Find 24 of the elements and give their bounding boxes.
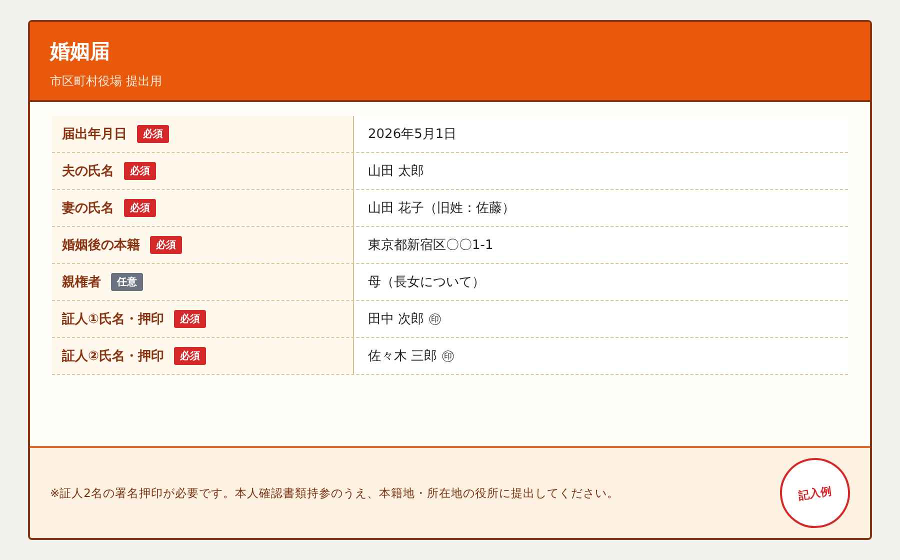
field-label: 証人①氏名・押印 (62, 310, 164, 328)
field-label: 夫の氏名 (62, 162, 114, 180)
field-label: 親権者 (62, 274, 101, 291)
field-label: 届出年月日 (62, 126, 127, 143)
requirement-tag: 任意 (111, 273, 143, 291)
requirement-tag: 必須 (174, 310, 206, 328)
field-label: 婚姻後の本籍 (62, 237, 140, 254)
requirement-tag: 必須 (124, 162, 156, 180)
field-label: 証人②氏名・押印 (62, 348, 164, 365)
requirement-tag: 必須 (137, 125, 169, 143)
field-value: 山田 太郎 (354, 153, 848, 189)
field-label: 妻の氏名 (62, 200, 114, 217)
field-value: 東京都新宿区〇〇1-1 (354, 227, 848, 263)
footer-note: ※証人2名の署名押印が必要です。本人確認書類持参のうえ、本籍地・所在地の役所に提出してください。 (50, 486, 619, 500)
field-value: 山田 花子（旧姓：佐藤） (354, 190, 848, 226)
field-value: 田中 次郎 ㊞ (354, 301, 848, 337)
form-title: 婚姻届 (50, 38, 111, 65)
requirement-tag: 必須 (124, 199, 156, 217)
form-subtitle: 市区町村役場 提出用 (50, 73, 163, 90)
field-value: 2026年5月1日 (354, 116, 848, 152)
field-value: 佐々木 三郎 ㊞ (354, 338, 848, 374)
requirement-tag: 必須 (174, 347, 206, 365)
requirement-tag: 必須 (150, 236, 182, 254)
field-value: 母（長女について） (354, 264, 848, 300)
